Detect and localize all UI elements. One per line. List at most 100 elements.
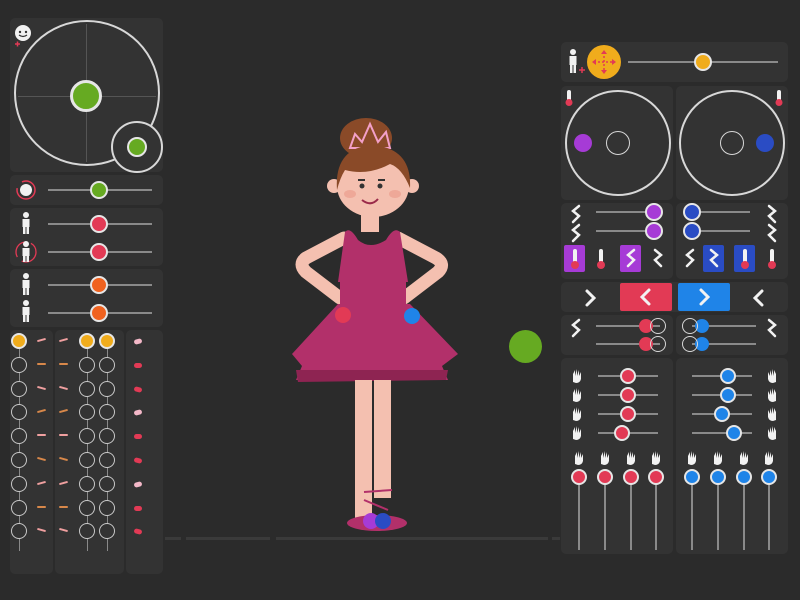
- expression-option-ring[interactable]: [11, 356, 27, 373]
- mouth-left-button[interactable]: [620, 283, 672, 311]
- thermometer-icon: [565, 90, 573, 106]
- left-finger-knob[interactable]: [597, 469, 613, 485]
- expression-glyph[interactable]: [37, 505, 46, 508]
- thermometer-icon: [595, 247, 607, 275]
- brow-preset-button[interactable]: [703, 245, 724, 272]
- move-icon[interactable]: [586, 44, 622, 80]
- left-finger-knob[interactable]: [623, 469, 639, 485]
- left-hand-knob[interactable]: [620, 406, 636, 422]
- expression-option-ring[interactable]: [79, 452, 95, 468]
- look-at-target[interactable]: [509, 330, 542, 363]
- expression-option-ring[interactable]: [99, 452, 115, 468]
- right-finger-knob[interactable]: [710, 469, 726, 485]
- body-icon: [22, 212, 30, 234]
- expression-glyph[interactable]: [59, 505, 68, 508]
- hand-right-target[interactable]: [404, 308, 420, 324]
- expression-option-ring[interactable]: [79, 499, 95, 516]
- thermometer-icon: [766, 247, 778, 275]
- foot-right-target[interactable]: [375, 513, 391, 529]
- right-finger-knob[interactable]: [761, 469, 777, 485]
- expression-glyph[interactable]: [37, 362, 46, 365]
- expression-glyph[interactable]: [134, 505, 142, 511]
- right-eye-knob[interactable]: [756, 134, 774, 152]
- expression-option-ring[interactable]: [99, 475, 115, 492]
- expression-option-ring[interactable]: [99, 380, 115, 397]
- body-rotate-icon: [15, 241, 37, 263]
- expression-chain-line: [19, 345, 20, 551]
- mouth-right-button[interactable]: [678, 283, 730, 311]
- right-mouth-b-ring[interactable]: [682, 336, 698, 352]
- finger-icon: [737, 450, 751, 470]
- left-finger-knob[interactable]: [571, 469, 587, 485]
- expression-option-ring[interactable]: [99, 356, 115, 373]
- left-finger-knob[interactable]: [648, 469, 664, 485]
- hand-icon: [765, 368, 779, 388]
- left-hand-knob[interactable]: [614, 425, 630, 441]
- right-hand-knob[interactable]: [720, 368, 736, 384]
- stage-floor-segment: [552, 537, 560, 540]
- stage-floor-segment: [165, 537, 181, 540]
- hand-left-target[interactable]: [335, 307, 351, 323]
- left-eye-center: [606, 131, 630, 155]
- left-mouth-b-ring[interactable]: [650, 336, 666, 352]
- expression-option-ring[interactable]: [99, 499, 115, 516]
- expression-option-ring[interactable]: [11, 475, 27, 492]
- body-icon: [22, 300, 30, 322]
- expression-glyph[interactable]: [134, 434, 142, 440]
- brow-preset-button[interactable]: [564, 245, 585, 272]
- expression-glyph[interactable]: [59, 362, 68, 365]
- right-brow-a-knob[interactable]: [683, 203, 701, 221]
- legs-b-knob[interactable]: [90, 304, 108, 322]
- brow-preset-button[interactable]: [620, 245, 641, 272]
- right-hand-knob[interactable]: [726, 425, 742, 441]
- right-hand-track[interactable]: [692, 432, 752, 434]
- torso-lean-knob[interactable]: [90, 215, 108, 233]
- expression-option-ring[interactable]: [79, 380, 95, 397]
- finger-icon: [762, 450, 776, 470]
- left-mouth-a-ring[interactable]: [650, 318, 666, 334]
- expression-option-ring[interactable]: [11, 380, 27, 397]
- expression-active-knob[interactable]: [11, 333, 27, 349]
- left-hand-knob[interactable]: [620, 387, 636, 403]
- face-rotate-icon: [16, 180, 36, 200]
- finger-icon: [649, 450, 663, 470]
- expression-glyph[interactable]: [59, 434, 68, 437]
- right-brow-b-knob[interactable]: [683, 222, 701, 240]
- expression-option-ring[interactable]: [79, 475, 95, 492]
- expression-glyph[interactable]: [134, 362, 142, 368]
- head-rotate-knob[interactable]: [90, 181, 108, 199]
- right-finger-knob[interactable]: [684, 469, 700, 485]
- right-mouth-a-ring[interactable]: [682, 318, 698, 334]
- hand-icon: [765, 425, 779, 445]
- expression-glyph[interactable]: [37, 434, 46, 437]
- finger-icon: [624, 450, 638, 470]
- right-hand-knob[interactable]: [720, 387, 736, 403]
- position-knob[interactable]: [694, 53, 712, 71]
- hand-icon: [765, 406, 779, 426]
- brow-preset-button[interactable]: [734, 245, 755, 272]
- rig-editor: { "app": {"name": "character-rig-control…: [0, 0, 800, 600]
- right-hand-knob[interactable]: [714, 406, 730, 422]
- head-pose-knob[interactable]: [70, 80, 102, 112]
- left-eye-knob[interactable]: [574, 134, 592, 152]
- finger-icon: [711, 450, 725, 470]
- expression-active-knob[interactable]: [79, 333, 95, 349]
- left-brow-b-knob[interactable]: [645, 222, 663, 240]
- right-finger-knob[interactable]: [736, 469, 752, 485]
- finger-icon: [685, 450, 699, 470]
- head-tilt-knob[interactable]: [127, 137, 147, 157]
- expression-option-ring[interactable]: [11, 452, 27, 468]
- finger-icon: [598, 450, 612, 470]
- hand-icon: [570, 425, 584, 445]
- expression-active-knob[interactable]: [99, 333, 115, 349]
- expression-option-ring[interactable]: [79, 356, 95, 373]
- expression-chain-line: [87, 345, 88, 551]
- chevron-left-icon[interactable]: [750, 288, 767, 312]
- left-hand-knob[interactable]: [620, 368, 636, 384]
- hand-icon: [570, 368, 584, 388]
- left-brow-a-knob[interactable]: [645, 203, 663, 221]
- torso-rotate-knob[interactable]: [90, 243, 108, 261]
- chevron-right-icon[interactable]: [582, 288, 599, 312]
- legs-a-knob[interactable]: [90, 276, 108, 294]
- expression-option-ring[interactable]: [11, 499, 27, 516]
